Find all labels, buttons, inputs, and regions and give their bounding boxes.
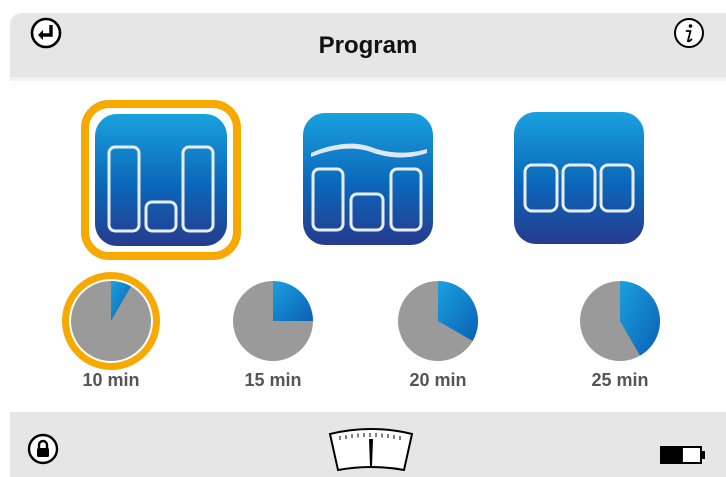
program-2-tile	[303, 113, 433, 245]
battery-icon	[660, 446, 706, 464]
bars-wave-icon	[311, 143, 427, 232]
info-icon	[674, 18, 704, 48]
pie-slice	[273, 281, 313, 321]
duration-20-button[interactable]: 20 min	[378, 280, 498, 390]
header-bar: Program	[10, 13, 726, 77]
duration-10-label: 10 min	[82, 370, 140, 390]
gauge-icon	[326, 428, 416, 472]
duration-25-label: 25 min	[591, 370, 649, 390]
program-1-button[interactable]	[95, 114, 227, 246]
bars-low-middle-icon	[107, 145, 215, 233]
program-1-tile	[95, 114, 227, 246]
duration-10-pie-icon	[71, 281, 151, 361]
duration-20-label: 20 min	[409, 370, 467, 390]
lock-button[interactable]	[27, 433, 59, 465]
duration-25-pie-icon	[580, 281, 660, 361]
info-button[interactable]	[673, 17, 705, 49]
program-3-button[interactable]	[514, 112, 644, 244]
duration-25-button[interactable]: 25 min	[560, 280, 680, 390]
program-2-button[interactable]	[303, 113, 433, 245]
page-title: Program	[318, 32, 418, 59]
header-divider	[10, 77, 726, 81]
back-button[interactable]	[30, 17, 62, 49]
duration-15-pie-icon	[233, 281, 313, 361]
bars-flat-icon	[523, 163, 635, 213]
duration-20-pie-icon	[398, 281, 478, 361]
return-arrow-icon	[30, 17, 62, 49]
duration-10-button[interactable]: 10 min	[51, 280, 171, 390]
lock-icon	[27, 433, 59, 465]
duration-15-label: 15 min	[244, 370, 302, 390]
duration-15-button[interactable]: 15 min	[213, 280, 333, 390]
program-3-tile	[514, 112, 644, 244]
